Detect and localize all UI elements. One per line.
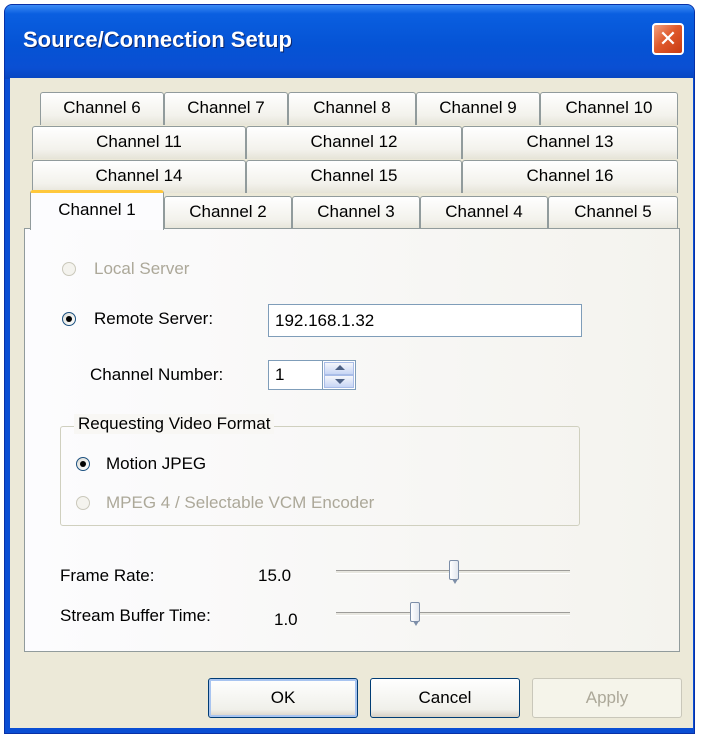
tab-channel-1[interactable]: Channel 1 (30, 190, 164, 230)
title-bar[interactable]: Source/Connection Setup ✕ (5, 5, 694, 79)
buffer-time-slider-thumb[interactable] (410, 602, 420, 626)
tab-channel-11[interactable]: Channel 11 (32, 126, 246, 159)
tab-channel-15[interactable]: Channel 15 (246, 160, 462, 193)
frame-rate-value: 15.0 (258, 566, 292, 585)
radio-selected-dot (80, 461, 86, 467)
spinner-up-button[interactable] (324, 362, 354, 375)
tab-channel-10[interactable]: Channel 10 (540, 92, 678, 125)
remote-server-input[interactable] (268, 304, 582, 337)
frame-rate-label: Frame Rate: (60, 566, 155, 585)
apply-button[interactable]: Apply (532, 678, 682, 718)
motion-jpeg-radio[interactable] (76, 457, 90, 471)
channel-number-spinner[interactable] (322, 360, 356, 390)
window-title: Source/Connection Setup (23, 27, 292, 52)
channel-number-input[interactable] (268, 360, 324, 390)
close-icon[interactable]: ✕ (652, 23, 684, 55)
arrow-down-icon (335, 379, 345, 384)
tab-channel-8[interactable]: Channel 8 (288, 92, 416, 125)
channel-number-label: Channel Number: (90, 365, 224, 384)
tab-channel-3[interactable]: Channel 3 (292, 196, 420, 229)
buffer-time-value: 1.0 (274, 610, 298, 629)
remote-server-label: Remote Server: (94, 309, 214, 328)
tab-channel-16[interactable]: Channel 16 (462, 160, 678, 193)
arrow-up-icon (335, 365, 345, 370)
buffer-time-label: Stream Buffer Time: (60, 606, 211, 625)
tab-channel-13[interactable]: Channel 13 (462, 126, 678, 159)
tab-channel-9[interactable]: Channel 9 (416, 92, 540, 125)
tab-channel-14[interactable]: Channel 14 (32, 160, 246, 193)
radio-selected-dot (66, 316, 72, 322)
mpeg4-label: MPEG 4 / Selectable VCM Encoder (106, 493, 375, 512)
ok-button[interactable]: OK (208, 678, 358, 718)
spinner-down-button[interactable] (324, 375, 354, 388)
cancel-button[interactable]: Cancel (370, 678, 520, 718)
local-server-radio[interactable] (62, 262, 76, 276)
local-server-label: Local Server (94, 259, 190, 278)
tab-channel-7[interactable]: Channel 7 (164, 92, 288, 125)
frame-rate-slider-thumb[interactable] (449, 560, 459, 584)
tab-channel-6[interactable]: Channel 6 (40, 92, 164, 125)
buffer-time-track[interactable] (336, 612, 570, 616)
motion-jpeg-label: Motion JPEG (106, 454, 207, 473)
tab-channel-12[interactable]: Channel 12 (246, 126, 462, 159)
tab-channel-4[interactable]: Channel 4 (420, 196, 548, 229)
remote-server-radio[interactable] (62, 312, 76, 326)
mpeg4-radio[interactable] (76, 496, 90, 510)
tab-channel-5[interactable]: Channel 5 (548, 196, 678, 229)
tab-channel-2[interactable]: Channel 2 (164, 196, 292, 229)
video-format-group-label: Requesting Video Format (74, 414, 275, 434)
